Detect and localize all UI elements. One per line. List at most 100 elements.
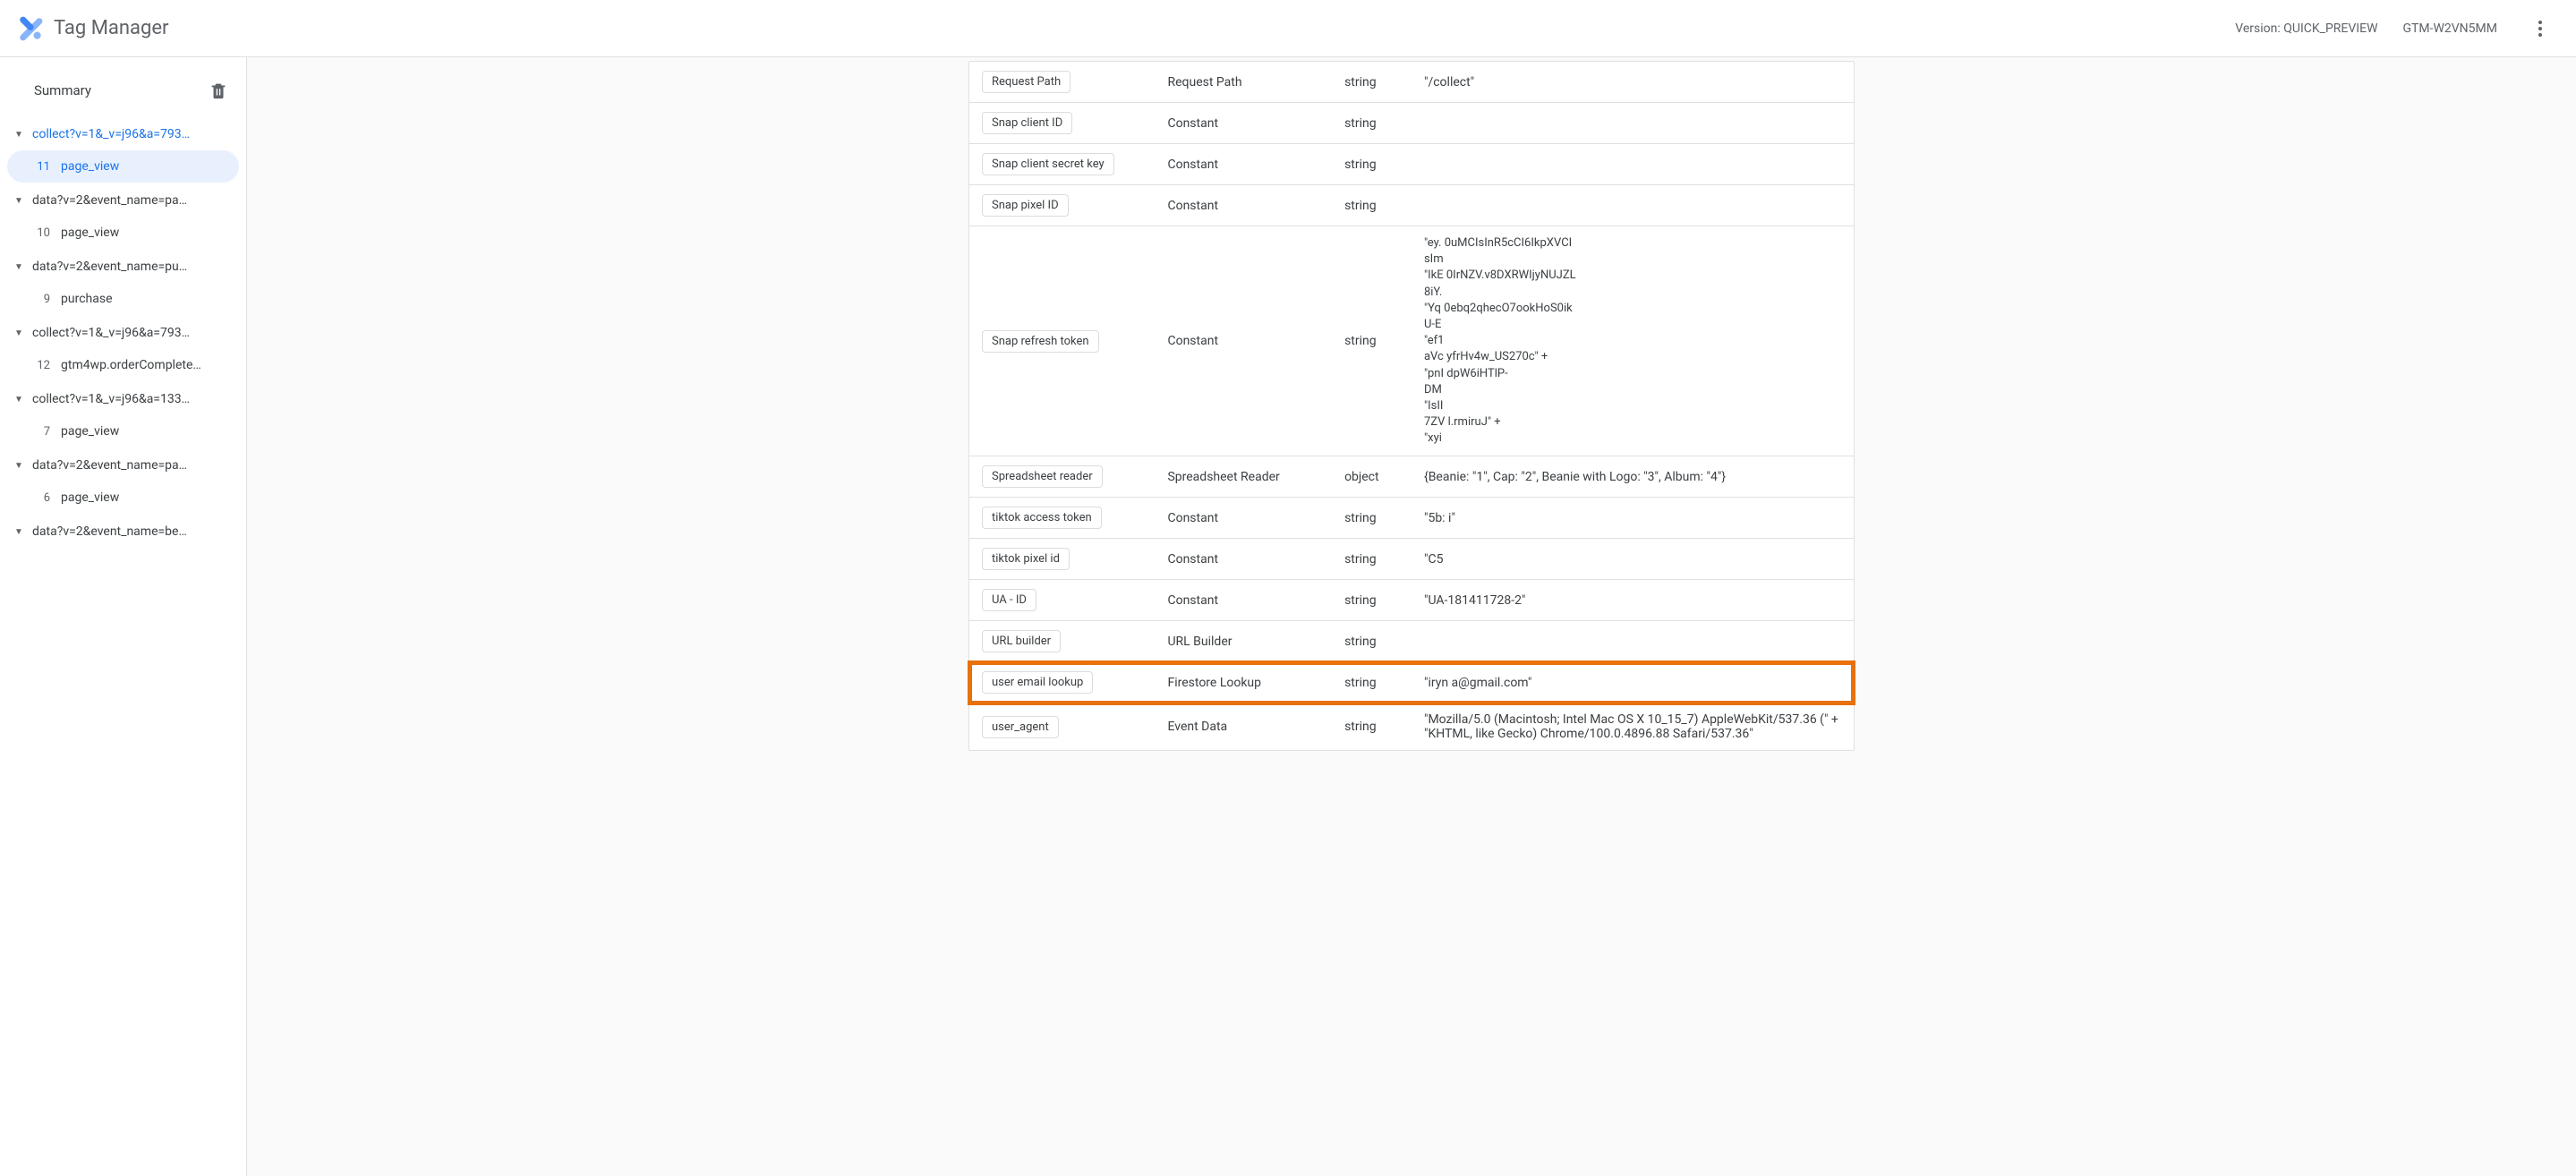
event-label: page_view (61, 226, 119, 240)
variable-row[interactable]: user_agent Event Datastring"Mozilla/5.0 (… (969, 703, 1854, 751)
variable-row[interactable]: Snap pixel IDConstantstring (969, 185, 1854, 226)
sidebar-group-label: data?v=2&event_name=pa… (32, 193, 187, 208)
variable-name-chip[interactable]: Spreadsheet reader (982, 465, 1103, 488)
variable-type: Event Data (1155, 703, 1332, 751)
sidebar-group-header[interactable]: ▼collect?v=1&_v=j96&a=793… (7, 317, 239, 349)
app-title: Tag Manager (54, 17, 168, 39)
header-left: Tag Manager (18, 16, 168, 41)
variable-row[interactable]: Snap client IDConstantstring (969, 103, 1854, 144)
variable-return-type: string (1332, 580, 1412, 621)
sidebar-event-item[interactable]: 6page_view (7, 481, 239, 514)
chevron-down-icon: ▼ (14, 527, 25, 537)
sidebar-group: ▼collect?v=1&_v=j96&a=133…7page_view (7, 383, 239, 447)
summary-row[interactable]: Summary (7, 73, 239, 118)
variable-type: Constant (1155, 144, 1332, 185)
variable-row[interactable]: Snap refresh token Constantstring"ey. 0uM… (969, 226, 1854, 456)
variable-type: Request Path (1155, 62, 1332, 103)
variable-name-chip[interactable]: Snap pixel ID (982, 194, 1069, 217)
sidebar-group-header[interactable]: ▼collect?v=1&_v=j96&a=133… (7, 383, 239, 415)
variable-name-chip[interactable]: user email lookup (982, 671, 1093, 694)
sidebar-group: ▼ collect?v=1&_v=j96&a=793… 11 page_view (7, 118, 239, 183)
more-menu-button[interactable] (2522, 11, 2558, 47)
sidebar-group-label: data?v=2&event_name=be… (32, 524, 187, 539)
sidebar-group-label: collect?v=1&_v=j96&a=793… (32, 127, 190, 141)
variable-name-chip[interactable]: Snap client secret key (982, 153, 1114, 175)
event-label: page_view (61, 424, 119, 439)
event-label: purchase (61, 292, 113, 306)
content-area: Request PathRequest Pathstring"/collect"… (247, 57, 2576, 1176)
variable-value: "Mozilla/5.0 (Macintosh; Intel Mac OS X … (1412, 703, 1854, 751)
app-header: Tag Manager Version: QUICK_PREVIEW GTM-W… (0, 0, 2576, 57)
sidebar-group-header[interactable]: ▼ data?v=2&event_name=be… (7, 516, 239, 548)
variable-return-type: string (1332, 62, 1412, 103)
variable-name-chip[interactable]: Request Path (982, 71, 1070, 93)
variable-value (1412, 144, 1854, 185)
sidebar-group-header[interactable]: ▼ collect?v=1&_v=j96&a=793… (7, 118, 239, 150)
sidebar-event-item[interactable]: 7page_view (7, 415, 239, 447)
variable-type: Constant (1155, 226, 1332, 456)
sidebar-group-header[interactable]: ▼data?v=2&event_name=pa… (7, 449, 239, 481)
container-id: GTM-W2VN5MM (2403, 21, 2498, 36)
variable-name-chip[interactable]: user_agent (982, 716, 1059, 738)
variables-table: Request PathRequest Pathstring"/collect"… (969, 62, 1854, 750)
variable-return-type: string (1332, 498, 1412, 539)
variable-name-chip[interactable]: Snap refresh token (982, 330, 1099, 353)
variable-row[interactable]: Spreadsheet reader Spreadsheet Readerobje… (969, 456, 1854, 498)
variable-type: URL Builder (1155, 621, 1332, 662)
variable-return-type: string (1332, 144, 1412, 185)
sidebar-event-item[interactable]: 10 page_view (7, 217, 239, 249)
variable-value: "iryn a@gmail.com" (1412, 662, 1854, 703)
variable-value: "5b: i" (1412, 498, 1854, 539)
variable-row[interactable]: Snap client secret key Constantstring (969, 144, 1854, 185)
variable-return-type: object (1332, 456, 1412, 498)
variable-value (1412, 103, 1854, 144)
variable-type: Spreadsheet Reader (1155, 456, 1332, 498)
chevron-down-icon: ▼ (14, 196, 25, 206)
variable-row[interactable]: URL builder URL Builderstring (969, 621, 1854, 662)
header-right: Version: QUICK_PREVIEW GTM-W2VN5MM (2235, 11, 2558, 47)
summary-label: Summary (34, 82, 91, 98)
variable-row[interactable]: tiktok pixel id Constantstring"C5 (969, 539, 1854, 580)
variable-return-type: string (1332, 103, 1412, 144)
variable-value: "C5 (1412, 539, 1854, 580)
variable-return-type: string (1332, 539, 1412, 580)
sidebar: Summary ▼ collect?v=1&_v=j96&a=793… 11 page… (0, 57, 247, 1176)
chevron-down-icon: ▼ (14, 130, 25, 140)
event-label: page_view (61, 159, 119, 174)
variable-value: "UA-181411728-2" (1412, 580, 1854, 621)
sidebar-group-label: data?v=2&event_name=pa… (32, 458, 187, 473)
variable-row[interactable]: tiktok access tokenConstantstring"5b: i" (969, 498, 1854, 539)
variable-return-type: string (1332, 621, 1412, 662)
variable-name-chip[interactable]: Snap client ID (982, 112, 1072, 134)
event-number: 10 (34, 226, 50, 240)
event-number: 12 (34, 359, 50, 372)
variable-name-chip[interactable]: tiktok pixel id (982, 548, 1070, 570)
variable-type: Constant (1155, 539, 1332, 580)
variable-row[interactable]: Request PathRequest Pathstring"/collect" (969, 62, 1854, 103)
sidebar-event-item[interactable]: 9purchase (7, 283, 239, 315)
chevron-down-icon: ▼ (14, 328, 25, 338)
variable-row[interactable]: UA - IDConstantstring"UA-181411728-2" (969, 580, 1854, 621)
sidebar-group-label: collect?v=1&_v=j96&a=133… (32, 392, 190, 406)
variable-type: Firestore Lookup (1155, 662, 1332, 703)
variables-card: Request PathRequest Pathstring"/collect"… (968, 61, 1855, 751)
variable-row[interactable]: user email lookupFirestore Lookupstring"… (969, 662, 1854, 703)
event-number: 11 (34, 160, 50, 174)
sidebar-group-header[interactable]: ▼ data?v=2&event_name=pa… (7, 184, 239, 217)
sidebar-group: ▼ data?v=2&event_name=be… (7, 516, 239, 548)
variable-return-type: string (1332, 703, 1412, 751)
variable-return-type: string (1332, 226, 1412, 456)
variable-name-chip[interactable]: UA - ID (982, 589, 1036, 611)
variable-value: "ey. 0uMCIsInR5cCI6IkpXVCI sIm "IkE (1412, 226, 1854, 456)
sidebar-group-header[interactable]: ▼data?v=2&event_name=pu… (7, 251, 239, 283)
variable-value (1412, 185, 1854, 226)
clear-icon[interactable] (209, 81, 228, 100)
sidebar-event-item[interactable]: 12gtm4wp.orderComplete… (7, 349, 239, 381)
variable-return-type: string (1332, 185, 1412, 226)
sidebar-event-item[interactable]: 11 page_view (7, 150, 239, 183)
sidebar-group: ▼data?v=2&event_name=pu…9purchase (7, 251, 239, 315)
sidebar-group: ▼data?v=2&event_name=pa…6page_view (7, 449, 239, 514)
variable-name-chip[interactable]: tiktok access token (982, 507, 1102, 529)
event-number: 6 (34, 491, 50, 505)
variable-name-chip[interactable]: URL builder (982, 630, 1061, 652)
